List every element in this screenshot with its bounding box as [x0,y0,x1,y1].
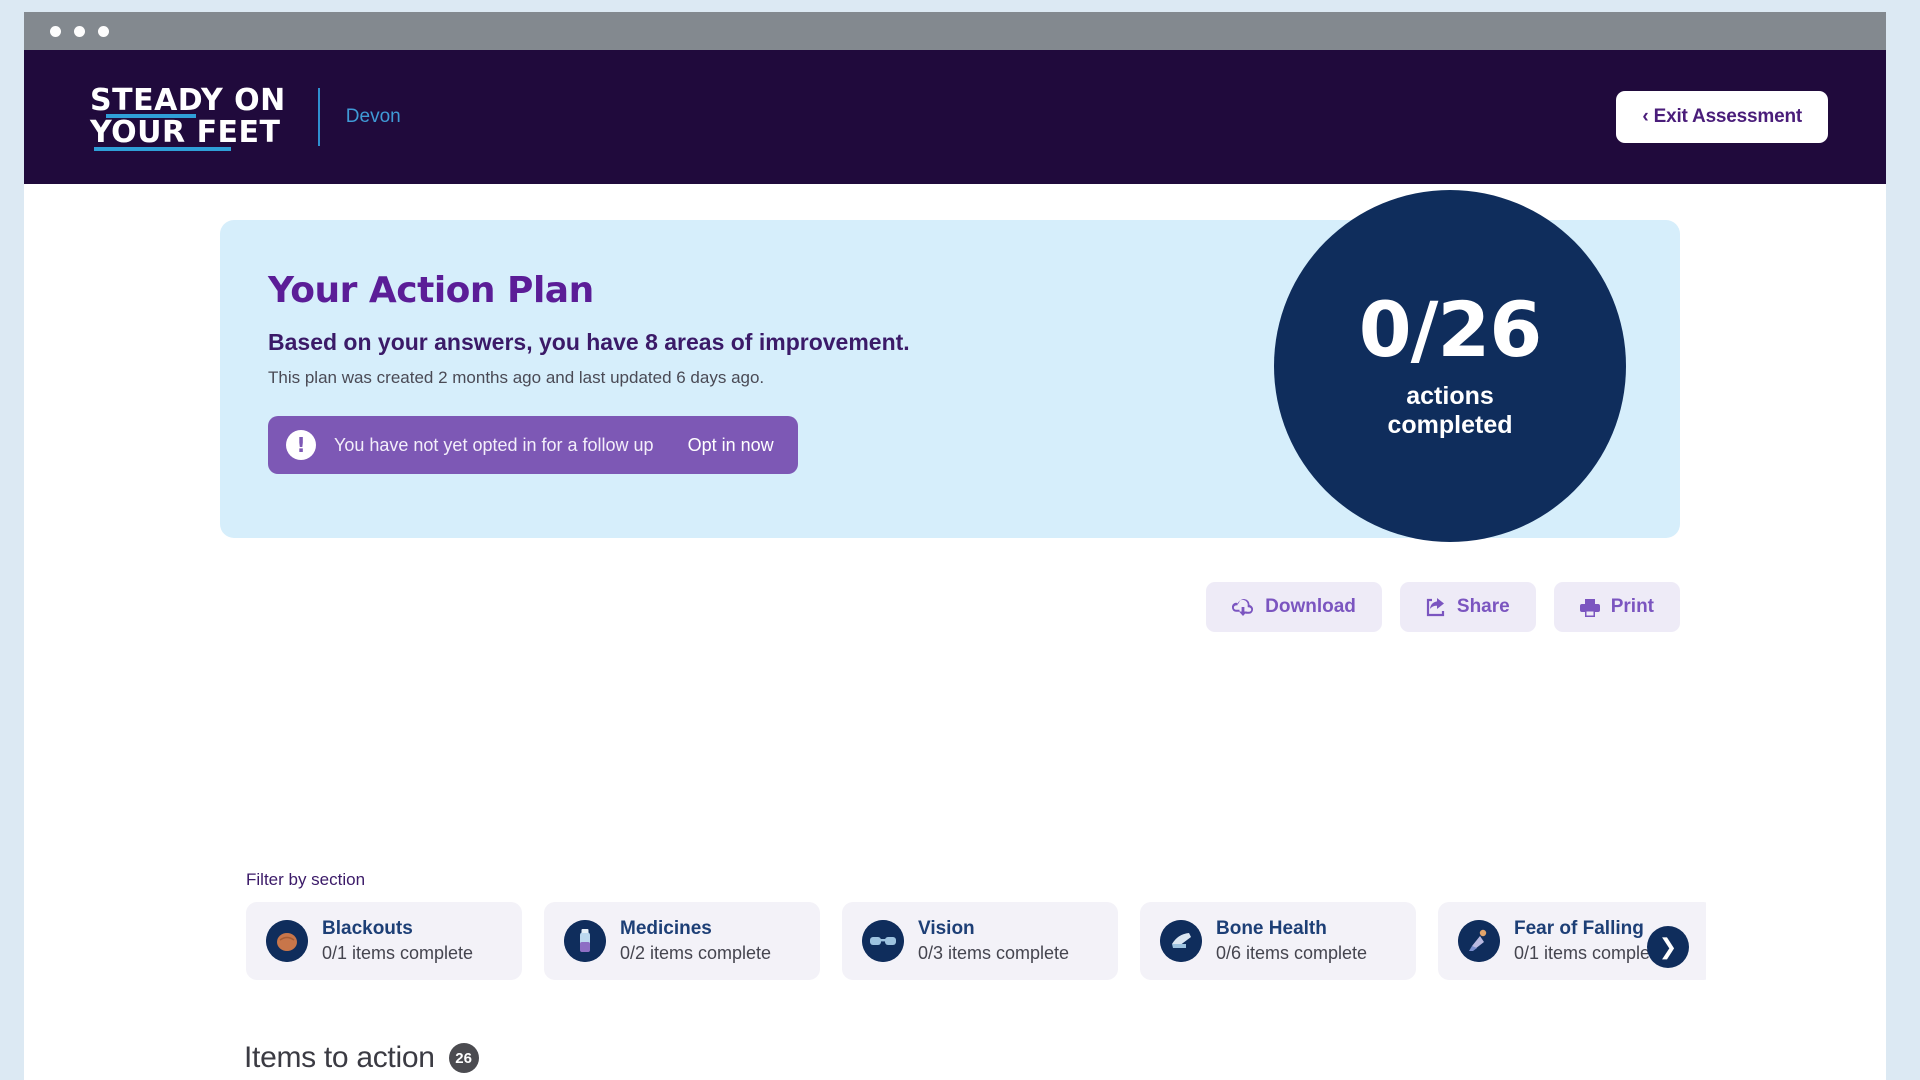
glasses-icon [862,919,904,962]
section-filter-list[interactable]: Blackouts 0/1 items complete Medicines 0… [246,902,1706,980]
site-header: STEADY ON YOUR FEET Devon ‹ Exit Assessm… [24,50,1886,184]
next-sections-button[interactable]: ❯ [1647,926,1689,968]
bone-hand-icon [1160,919,1202,962]
items-to-action-header: Items to action 26 [244,1041,479,1075]
chip-title: Medicines [620,918,712,939]
download-label: Download [1265,596,1356,617]
share-label: Share [1456,596,1510,617]
progress-label-line1: actions [1406,382,1494,410]
progress-value: 0/26 [1358,285,1542,374]
progress-label-line2: completed [1387,411,1513,439]
download-button[interactable]: Download [1206,582,1382,632]
window-close-dot[interactable] [50,25,61,37]
window-minimize-dot[interactable] [74,25,85,37]
items-count-badge: 26 [448,1043,479,1073]
chip-title: Fear of Falling [1514,918,1644,939]
share-square-icon [1426,597,1446,617]
filter-chip-text: Blackouts 0/1 items complete [322,918,473,964]
browser-chrome-bar [24,12,1886,50]
filter-chip-text: Medicines 0/2 items complete [620,918,771,964]
chevron-right-icon: ❯ [1658,934,1678,960]
cloud-download-icon [1232,598,1254,616]
steady-on-your-feet-logo[interactable]: STEADY ON YOUR FEET [90,82,286,150]
printer-icon [1579,598,1600,617]
progress-label: actions completed [1387,382,1512,440]
filter-chip-text: Vision 0/3 items complete [918,918,1069,964]
filter-chip-vision[interactable]: Vision 0/3 items complete [842,902,1118,980]
chip-title: Vision [918,918,975,939]
chip-title: Blackouts [322,918,413,939]
optin-banner[interactable]: ! You have not yet opted in for a follow… [268,416,798,474]
filter-chip-text: Bone Health 0/6 items complete [1216,918,1367,964]
organisation-name: Devon [345,106,401,127]
logo-line-1: STEADY ON [90,82,286,118]
chip-progress: 0/2 items complete [620,942,772,963]
page-content: Your Action Plan Based on your answers, … [24,184,1886,1080]
opt-in-now-link[interactable]: Opt in now [688,435,774,456]
filter-chip-blackouts[interactable]: Blackouts 0/1 items complete [246,902,522,980]
chip-progress: 0/6 items complete [1216,942,1368,963]
filter-chip-text: Fear of Falling 0/1 items complete [1514,918,1665,964]
falling-person-icon [1458,919,1500,962]
browser-window: STEADY ON YOUR FEET Devon ‹ Exit Assessm… [24,12,1886,1080]
header-divider [317,88,320,146]
pill-bottle-icon [564,919,606,962]
chip-title: Bone Health [1216,918,1327,939]
plan-toolbar: Download Share Print [220,582,1680,632]
chip-progress: 0/3 items complete [918,942,1070,963]
chip-progress: 0/1 items complete [1514,942,1666,963]
print-button[interactable]: Print [1553,582,1680,632]
window-maximize-dot[interactable] [98,25,109,37]
logo-line-2: YOUR FEET [90,118,286,150]
optin-message: You have not yet opted in for a follow u… [334,434,654,455]
progress-circle: 0/26 actions completed [1274,190,1626,542]
share-button[interactable]: Share [1399,582,1536,632]
print-label: Print [1610,596,1654,617]
filter-by-section-label: Filter by section [246,870,366,889]
chip-progress: 0/1 items complete [322,942,474,963]
items-to-action-title: Items to action [244,1041,435,1074]
brain-icon [266,919,308,962]
exclamation-icon: ! [286,430,316,460]
exit-assessment-button[interactable]: ‹ Exit Assessment [1616,91,1828,143]
filter-chip-bone-health[interactable]: Bone Health 0/6 items complete [1140,902,1416,980]
filter-chip-medicines[interactable]: Medicines 0/2 items complete [544,902,820,980]
